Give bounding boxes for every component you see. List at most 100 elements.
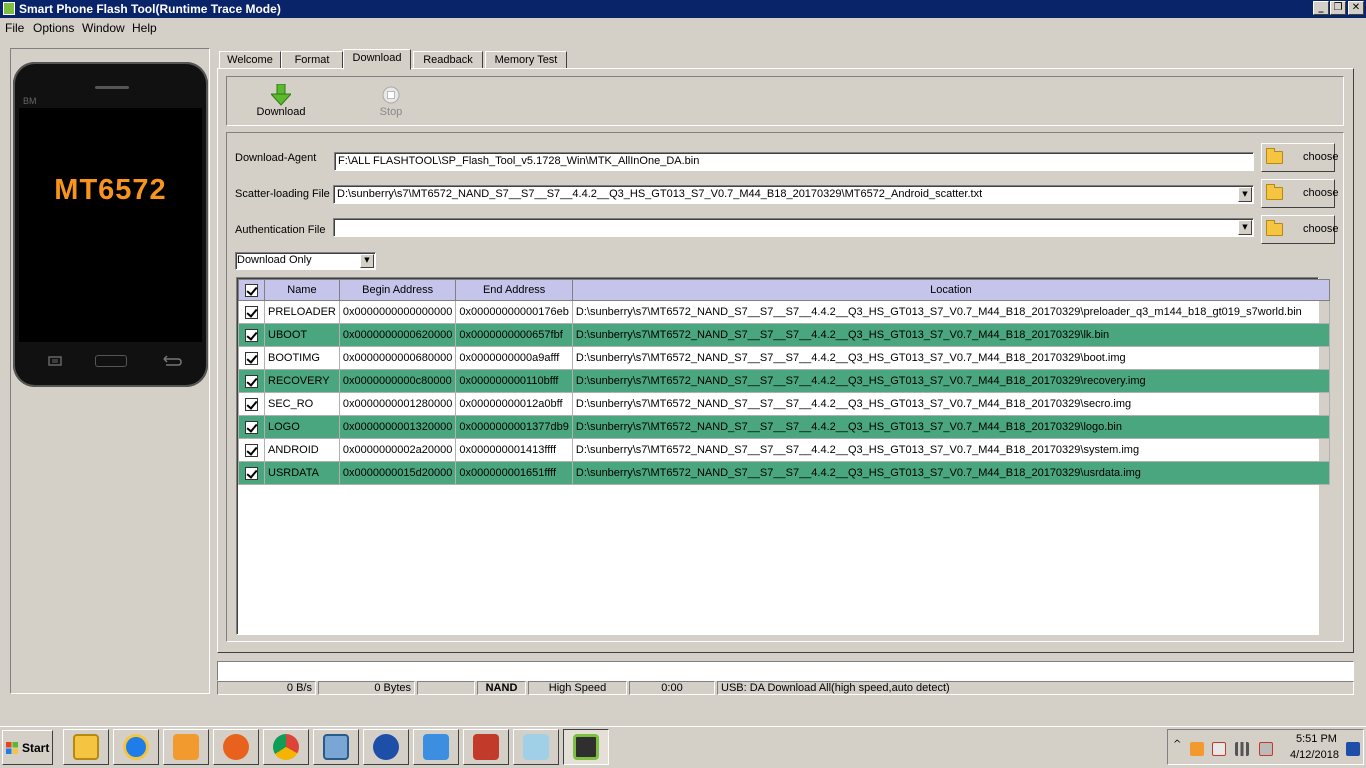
row-name: ANDROID [264, 438, 340, 462]
restore-button[interactable]: ❐ [1330, 1, 1346, 15]
scatter-file-combo[interactable]: D:\sunberry\s7\MT6572_NAND_S7__S7__S7__4… [333, 185, 1254, 204]
chevron-up-icon[interactable]: ^ [1173, 739, 1181, 750]
column-end-address[interactable]: End Address [455, 279, 573, 301]
download-agent-field[interactable]: F:\ALL FLASHTOOL\SP_Flash_Tool_v5.1728_W… [334, 152, 1254, 171]
status-usb-speed: High Speed [528, 681, 627, 695]
tray-security-icon[interactable] [1212, 742, 1226, 756]
row-checkbox[interactable] [238, 392, 265, 416]
table-row[interactable]: BOOTIMG 0x0000000000680000 0x0000000000a… [238, 346, 1330, 370]
row-name: LOGO [264, 415, 340, 439]
tab-memory-test[interactable]: Memory Test [485, 51, 567, 69]
row-location[interactable]: D:\sunberry\s7\MT6572_NAND_S7__S7__S7__4… [571, 323, 1330, 347]
choose-download-agent-button[interactable]: choose [1261, 143, 1339, 172]
row-end-address: 0x000000001651ffff [455, 461, 573, 485]
column-begin-address[interactable]: Begin Address [338, 279, 457, 301]
row-location[interactable]: D:\sunberry\s7\MT6572_NAND_S7__S7__S7__4… [571, 392, 1330, 416]
tab-welcome[interactable]: Welcome [219, 51, 281, 69]
row-checkbox[interactable] [238, 461, 265, 485]
taskbar-firefox-button[interactable] [213, 729, 259, 765]
clock-date[interactable]: 4/12/2018 [1290, 749, 1339, 761]
toolbox-icon [473, 734, 499, 760]
taskbar-chrome-button[interactable] [263, 729, 309, 765]
status-storage: NAND [477, 681, 526, 695]
row-name: RECOVERY [264, 369, 340, 393]
partition-table: Name Begin Address End Address Location … [238, 279, 1330, 485]
row-begin-address: 0x0000000000000000 [338, 300, 457, 324]
download-agent-label: Download-Agent [235, 152, 317, 164]
tray-app-icon[interactable] [1190, 742, 1204, 756]
status-bytes: 0 Bytes [318, 681, 415, 695]
choose-scatter-button[interactable]: choose [1261, 179, 1338, 208]
stop-button[interactable]: Stop [366, 82, 416, 124]
column-name[interactable]: Name [264, 279, 340, 301]
chevron-down-icon[interactable]: ▼ [1238, 220, 1252, 235]
menu-bar: File Options Window Help [0, 18, 1366, 38]
table-row[interactable]: LOGO 0x0000000001320000 0x0000000001377d… [238, 415, 1330, 439]
tab-format[interactable]: Format [281, 51, 343, 69]
row-location[interactable]: D:\sunberry\s7\MT6572_NAND_S7__S7__S7__4… [571, 300, 1330, 324]
chrome-icon [273, 734, 299, 760]
start-label: Start [22, 741, 50, 755]
table-row[interactable]: SEC_RO 0x0000000001280000 0x00000000012a… [238, 392, 1330, 416]
row-begin-address: 0x0000000000680000 [338, 346, 457, 370]
download-button[interactable]: Download [249, 82, 313, 124]
row-checkbox[interactable] [238, 369, 265, 393]
row-begin-address: 0x0000000002a20000 [338, 438, 457, 462]
menu-help[interactable]: Help [132, 21, 157, 35]
auth-file-combo[interactable]: ▼ [333, 218, 1254, 237]
taskbar-flashtool-button[interactable] [563, 729, 609, 765]
taskbar-app-button[interactable] [363, 729, 409, 765]
menu-file[interactable]: File [5, 21, 24, 35]
table-row[interactable]: USRDATA 0x0000000015d20000 0x00000000165… [238, 461, 1330, 485]
choose-auth-button[interactable]: choose [1261, 215, 1338, 244]
menu-options[interactable]: Options [33, 21, 74, 35]
column-location[interactable]: Location [571, 279, 1330, 301]
table-row[interactable]: RECOVERY 0x0000000000c80000 0x0000000001… [238, 369, 1330, 393]
taskbar-ie-button[interactable] [113, 729, 159, 765]
taskbar-keyboard-button[interactable] [313, 729, 359, 765]
scatter-file-label: Scatter-loading File [235, 188, 330, 200]
row-checkbox[interactable] [238, 323, 265, 347]
minimize-button[interactable]: _ [1313, 1, 1329, 15]
title-bar: Smart Phone Flash Tool(Runtime Trace Mod… [0, 0, 1366, 18]
row-checkbox[interactable] [238, 300, 265, 324]
progress-bar [217, 661, 1354, 681]
show-desktop-icon[interactable] [1346, 742, 1360, 756]
taskbar-notepad-button[interactable] [513, 729, 559, 765]
choose-label: choose [1303, 151, 1339, 163]
signal-icon[interactable] [1235, 742, 1249, 756]
row-end-address: 0x0000000001377db9 [455, 415, 573, 439]
clock-time[interactable]: 5:51 PM [1296, 733, 1337, 745]
app-orb-icon [373, 734, 399, 760]
select-all-checkbox[interactable] [238, 279, 265, 301]
taskbar-explorer-button[interactable] [63, 729, 109, 765]
row-location[interactable]: D:\sunberry\s7\MT6572_NAND_S7__S7__S7__4… [571, 369, 1330, 393]
row-location[interactable]: D:\sunberry\s7\MT6572_NAND_S7__S7__S7__4… [571, 346, 1330, 370]
row-location[interactable]: D:\sunberry\s7\MT6572_NAND_S7__S7__S7__4… [571, 415, 1330, 439]
close-button[interactable]: ✕ [1348, 1, 1364, 15]
row-checkbox[interactable] [238, 415, 265, 439]
table-row[interactable]: UBOOT 0x0000000000620000 0x0000000000657… [238, 323, 1330, 347]
tab-readback[interactable]: Readback [413, 51, 483, 69]
volume-muted-icon[interactable] [1259, 742, 1273, 756]
tab-download[interactable]: Download [343, 49, 411, 70]
taskbar-network-button[interactable] [413, 729, 459, 765]
row-checkbox[interactable] [238, 346, 265, 370]
scatter-file-value: D:\sunberry\s7\MT6572_NAND_S7__S7__S7__4… [337, 188, 983, 200]
row-begin-address: 0x0000000000c80000 [338, 369, 457, 393]
table-row[interactable]: PRELOADER 0x0000000000000000 0x000000000… [238, 300, 1330, 324]
chevron-down-icon[interactable]: ▼ [360, 254, 374, 268]
download-mode-select[interactable]: Download Only ▼ [235, 252, 376, 270]
table-row[interactable]: ANDROID 0x0000000002a20000 0x00000000141… [238, 438, 1330, 462]
row-location[interactable]: D:\sunberry\s7\MT6572_NAND_S7__S7__S7__4… [571, 461, 1330, 485]
phone-brand: BM [23, 96, 37, 106]
start-button[interactable]: Start [2, 730, 53, 765]
row-checkbox[interactable] [238, 438, 265, 462]
taskbar-media-player-button[interactable] [163, 729, 209, 765]
taskbar-toolbox-button[interactable] [463, 729, 509, 765]
row-location[interactable]: D:\sunberry\s7\MT6572_NAND_S7__S7__S7__4… [571, 438, 1330, 462]
phone-screen [19, 108, 202, 342]
chevron-down-icon[interactable]: ▼ [1238, 187, 1252, 202]
menu-window[interactable]: Window [82, 21, 125, 35]
stop-label: Stop [379, 106, 403, 118]
